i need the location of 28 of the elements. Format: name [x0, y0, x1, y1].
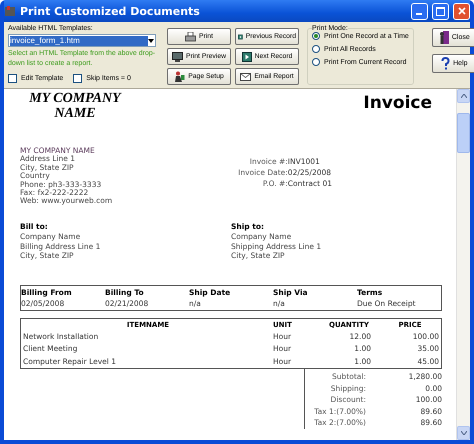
scroll-up-icon [460, 94, 466, 98]
radio-button[interactable] [312, 45, 320, 53]
maximize-button[interactable] [432, 2, 449, 20]
envelope-icon [240, 72, 252, 80]
minimize-button[interactable] [411, 2, 428, 20]
radio-button[interactable] [312, 32, 320, 40]
help-icon [441, 57, 450, 70]
monitor-icon [172, 52, 183, 62]
scroll-thumb[interactable] [457, 113, 470, 153]
checkbox[interactable] [8, 74, 17, 83]
radio-button[interactable] [312, 58, 320, 66]
printer-icon [185, 32, 196, 42]
app-icon [4, 5, 16, 17]
caret-icon [148, 38, 154, 42]
checkbox[interactable] [73, 74, 82, 83]
invoice-title: Invoice [363, 93, 432, 113]
person-icon [174, 71, 186, 82]
company-name: MY COMPANY NAME [28, 91, 123, 121]
close-button[interactable] [453, 2, 470, 20]
window-title: Print Customized Documents [20, 4, 201, 18]
template-dropdown[interactable]: invoice_form_1.htm [8, 34, 156, 47]
arrow-left-icon [238, 32, 243, 42]
scrollbar[interactable] [456, 89, 470, 440]
maximize-icon [436, 6, 445, 16]
door-icon [438, 31, 449, 44]
arrow-right-icon [242, 52, 252, 62]
close-icon [458, 7, 466, 15]
scroll-down-icon [460, 431, 466, 435]
